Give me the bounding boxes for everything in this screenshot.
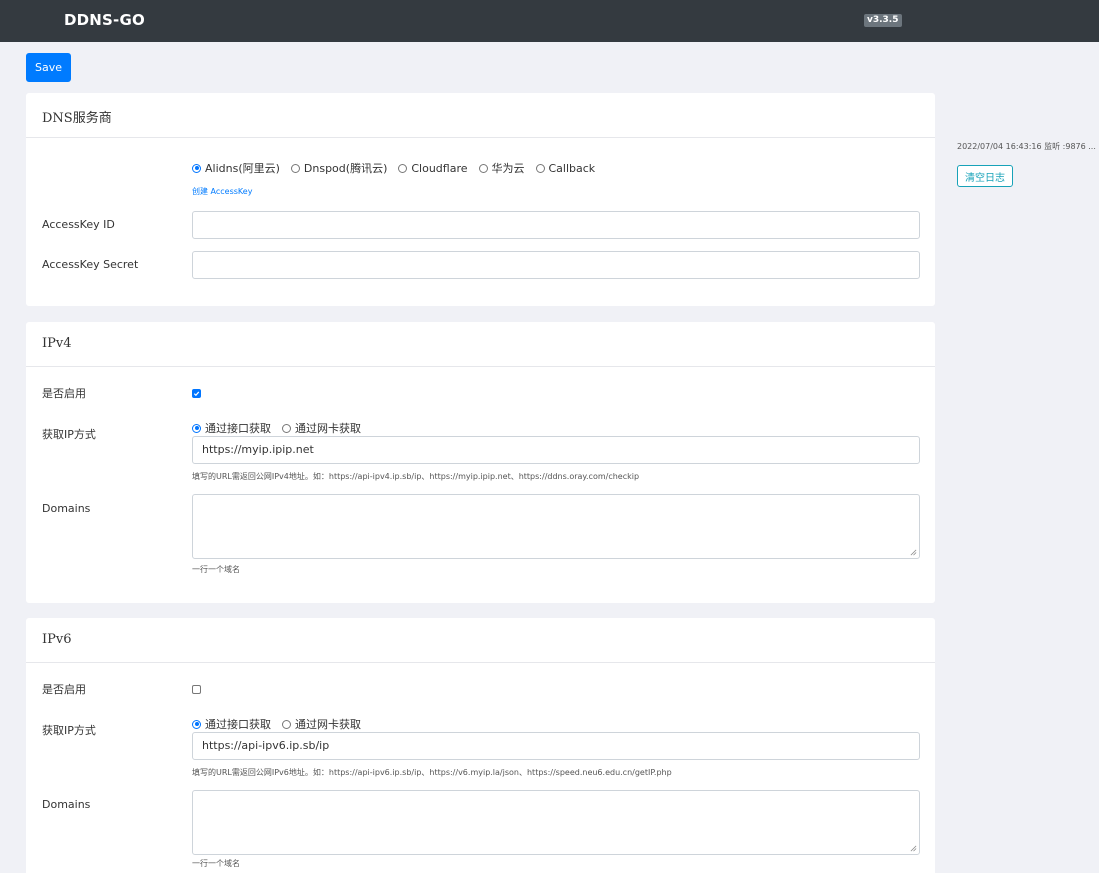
radio-label: Cloudflare: [411, 161, 468, 175]
log-line: 2022/07/04 16:43:16 监听 :9876 ...: [957, 142, 1096, 151]
create-accesskey-link[interactable]: 创建 AccessKey: [192, 186, 252, 197]
accesskey-secret-label: AccessKey Secret: [42, 258, 139, 271]
save-button[interactable]: Save: [26, 53, 71, 82]
radio-unchecked-icon[interactable]: [290, 163, 300, 173]
accesskey-id-input[interactable]: [192, 211, 920, 239]
radio-alidns[interactable]: Alidns(阿里云): [192, 160, 280, 176]
resize-grip-icon[interactable]: [910, 549, 917, 556]
radio-label: Alidns(阿里云): [205, 162, 280, 175]
ipv6-method-radio-group: 通过接口获取 通过网卡获取: [192, 716, 372, 732]
radio-unchecked-icon[interactable]: [282, 423, 291, 433]
dns-provider-radio-group: Alidns(阿里云) Dnspod(腾讯云) Cloudflare 华为云 C…: [192, 160, 606, 176]
ipv4-domains-textarea[interactable]: [192, 494, 920, 559]
ipv4-domains-hint: 一行一个域名: [192, 565, 240, 574]
ipv6-url-input[interactable]: https://api-ipv6.ip.sb/ip: [192, 732, 920, 760]
ipv6-domains-textarea[interactable]: [192, 790, 920, 855]
radio-unchecked-icon[interactable]: [478, 163, 488, 173]
radio-ipv6-api[interactable]: 通过接口获取: [192, 716, 271, 732]
navbar: DDNS-GO v3.3.5: [0, 0, 1099, 42]
ipv4-card-title: IPv4: [26, 322, 935, 367]
ipv4-enable-label: 是否启用: [42, 387, 86, 400]
clear-log-button[interactable]: 清空日志: [957, 165, 1013, 187]
radio-checked-icon[interactable]: [192, 719, 201, 729]
radio-label: 通过网卡获取: [295, 718, 361, 731]
version-badge: v3.3.5: [864, 14, 902, 27]
radio-label: Dnspod(腾讯云): [303, 162, 388, 175]
radio-dnspod[interactable]: Dnspod(腾讯云): [290, 160, 388, 176]
ipv4-method-radio-group: 通过接口获取 通过网卡获取: [192, 420, 372, 436]
ipv6-card-title: IPv6: [26, 618, 935, 663]
check-icon: [193, 391, 200, 397]
dns-card-title: DNS服务商: [26, 93, 935, 138]
accesskey-id-label: AccessKey ID: [42, 218, 115, 231]
ipv4-method-label: 获取IP方式: [42, 428, 96, 441]
radio-label: 通过接口获取: [205, 718, 271, 731]
brand-title[interactable]: DDNS-GO: [64, 11, 145, 29]
radio-checked-icon[interactable]: [192, 423, 201, 433]
radio-unchecked-icon[interactable]: [282, 719, 291, 729]
accesskey-secret-input[interactable]: [192, 251, 920, 279]
ipv4-url-hint: 填写的URL需返回公网IPv4地址。如：https://api-ipv4.ip.…: [192, 472, 640, 481]
radio-ipv4-api[interactable]: 通过接口获取: [192, 420, 271, 436]
radio-label: 通过接口获取: [205, 422, 271, 435]
ipv6-card: IPv6 是否启用 获取IP方式 通过接口获取 通过网卡获取 https://a…: [26, 618, 935, 873]
ipv4-card: IPv4 是否启用 获取IP方式 通过接口获取 通过网卡获取 https://m…: [26, 322, 935, 603]
radio-label: Callback: [548, 161, 596, 175]
ipv6-method-label: 获取IP方式: [42, 724, 96, 737]
ipv6-url-hint: 填写的URL需返回公网IPv6地址。如：https://api-ipv6.ip.…: [192, 768, 672, 777]
ipv6-enable-checkbox[interactable]: [192, 685, 201, 694]
radio-huaweicloud[interactable]: 华为云: [478, 160, 525, 176]
radio-cloudflare[interactable]: Cloudflare: [398, 161, 468, 175]
radio-ipv6-nic[interactable]: 通过网卡获取: [282, 716, 361, 732]
ipv6-enable-label: 是否启用: [42, 683, 86, 696]
radio-callback[interactable]: Callback: [535, 161, 596, 175]
ipv4-domains-label: Domains: [42, 502, 91, 515]
radio-ipv4-nic[interactable]: 通过网卡获取: [282, 420, 361, 436]
ipv4-url-input[interactable]: https://myip.ipip.net: [192, 436, 920, 464]
resize-grip-icon[interactable]: [910, 845, 917, 852]
radio-unchecked-icon[interactable]: [535, 163, 545, 173]
dns-provider-card: DNS服务商 Alidns(阿里云) Dnspod(腾讯云) Cloudflar…: [26, 93, 935, 306]
radio-label: 通过网卡获取: [295, 422, 361, 435]
radio-checked-icon[interactable]: [192, 163, 201, 173]
radio-label: 华为云: [491, 162, 525, 175]
radio-unchecked-icon[interactable]: [398, 163, 408, 173]
ipv4-enable-checkbox[interactable]: [192, 389, 201, 398]
ipv6-domains-hint: 一行一个域名: [192, 859, 240, 868]
ipv6-domains-label: Domains: [42, 798, 91, 811]
